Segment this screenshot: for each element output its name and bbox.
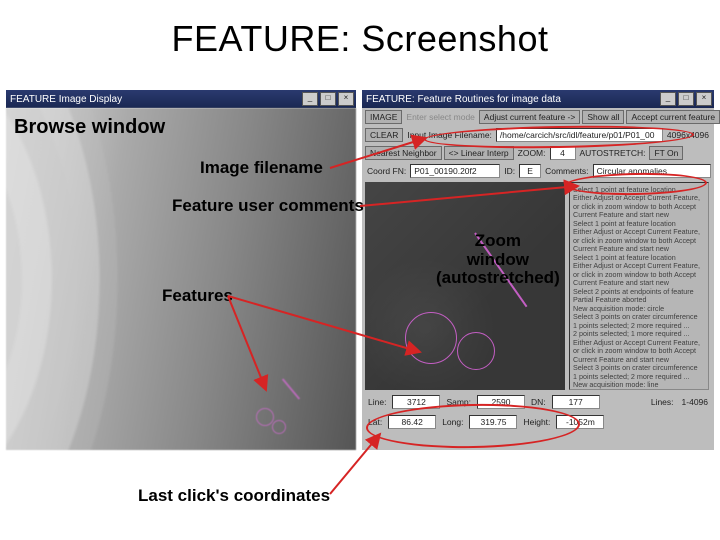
feature-mark-circle: [272, 420, 286, 434]
routines-titlebar: FEATURE: Feature Routines for image data…: [362, 90, 714, 108]
line-label: Line:: [366, 397, 388, 407]
status-log: Select 1 point at feature locationEither…: [569, 182, 709, 390]
adjust-feature-button[interactable]: Adjust current feature ->: [479, 110, 580, 124]
feature-mark-circle: [256, 408, 274, 426]
id-label: ID:: [502, 166, 517, 176]
comments-label: Comments:: [543, 166, 590, 176]
enter-select-label: Enter select mode: [404, 112, 477, 122]
anno-zoom-window: Zoomwindow(autostretched): [436, 232, 560, 288]
anno-user-comments: Feature user comments: [172, 196, 364, 216]
feature-mark-line: [282, 378, 300, 399]
accept-feature-button[interactable]: Accept current feature: [626, 110, 720, 124]
browse-titlebar: FEATURE Image Display _ □ ×: [6, 90, 356, 108]
linear-interp-option[interactable]: <> Linear Interp: [444, 146, 514, 160]
maximize-icon[interactable]: □: [678, 92, 694, 106]
image-button[interactable]: IMAGE: [365, 110, 402, 124]
anno-features: Features: [162, 286, 233, 306]
lines-range: 1-4096: [680, 397, 710, 407]
close-icon[interactable]: ×: [696, 92, 712, 106]
maximize-icon[interactable]: □: [320, 92, 336, 106]
close-icon[interactable]: ×: [338, 92, 354, 106]
anno-last-click: Last click's coordinates: [138, 486, 330, 506]
dn-label: DN:: [529, 397, 548, 407]
clear-button[interactable]: CLEAR: [365, 128, 403, 142]
dn-field: 177: [552, 395, 600, 409]
anno-image-filename: Image filename: [200, 158, 323, 178]
show-all-button[interactable]: Show all: [582, 110, 624, 124]
coord-fn-field[interactable]: P01_00190.20f2: [410, 164, 500, 178]
zoom-label: ZOOM:: [516, 148, 548, 158]
anno-browse-window: Browse window: [14, 116, 165, 139]
slide-title: FEATURE: Screenshot: [0, 18, 720, 60]
autostretch-toggle[interactable]: FT On: [649, 146, 683, 160]
toolbar-row-1: IMAGE Enter select mode Adjust current f…: [362, 108, 714, 126]
minimize-icon[interactable]: _: [660, 92, 676, 106]
nearest-neighbor-option[interactable]: Nearest Neighbor: [365, 146, 442, 160]
feature-circle: [405, 312, 457, 364]
coord-fn-label: Coord FN:: [365, 166, 408, 176]
autostretch-label: AUTOSTRETCH:: [578, 148, 648, 158]
minimize-icon[interactable]: _: [302, 92, 318, 106]
feature-circle: [457, 332, 495, 370]
id-field[interactable]: E: [519, 164, 541, 178]
lines-range-label: Lines:: [649, 397, 676, 407]
browse-window: FEATURE Image Display _ □ ×: [6, 90, 356, 450]
routines-window-title: FEATURE: Feature Routines for image data: [366, 94, 561, 105]
browse-window-title: FEATURE Image Display: [10, 94, 122, 105]
